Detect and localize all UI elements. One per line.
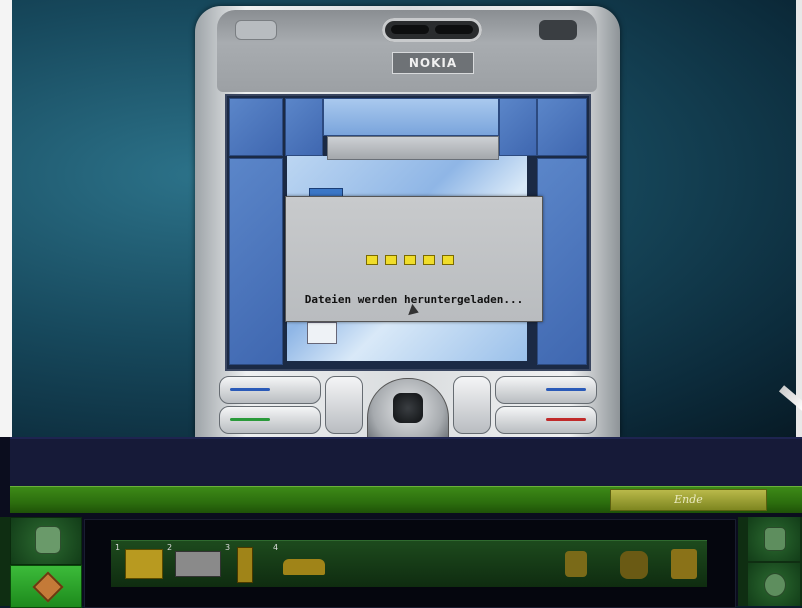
left-softkey[interactable]: [219, 376, 321, 404]
badge-icon: [565, 551, 587, 577]
inventory-bar: 1 2 3 4: [84, 519, 736, 608]
progress-dot: [385, 255, 397, 265]
disc-button[interactable]: [748, 563, 800, 606]
map-button[interactable]: [10, 565, 82, 608]
brand-logo: NOKIA: [392, 52, 474, 74]
inventory-bag-button[interactable]: [10, 517, 82, 565]
bag-icon: [35, 526, 61, 554]
screen-tile: [229, 158, 283, 365]
phone-top-panel: NOKIA: [217, 10, 597, 92]
disc-icon: [764, 573, 786, 597]
ticket-icon: [125, 549, 163, 579]
compass-icon: [32, 571, 64, 603]
progress-dot: [366, 255, 378, 265]
action-bar: Ende: [10, 486, 802, 513]
screen-topbar: [327, 136, 499, 160]
film-strip-icon: [175, 551, 221, 577]
progress-dot: [442, 255, 454, 265]
screen-tile: [537, 158, 587, 365]
screen-tile: [285, 98, 323, 156]
dialog-text-area: [10, 437, 802, 488]
earpiece-speaker: [382, 18, 482, 42]
bag-icon: [764, 527, 786, 551]
end-button[interactable]: Ende: [610, 489, 767, 511]
paper-bag-icon: [671, 549, 697, 579]
inventory-slot[interactable]: 3: [225, 543, 261, 583]
call-key[interactable]: [219, 406, 321, 434]
footprints-icon: [620, 551, 648, 579]
inventory-slot[interactable]: 2: [167, 543, 221, 583]
car-icon: [283, 559, 325, 575]
download-dialog: Dateien werden heruntergeladen...: [285, 196, 543, 322]
navigation-joystick[interactable]: [367, 378, 449, 437]
bottom-panel: Ende 1 2 3 4: [0, 437, 802, 608]
nokia-phone: NOKIA Dateien werden heruntergeladen...: [195, 6, 620, 437]
options-button[interactable]: [748, 517, 800, 561]
screen-tile: [499, 98, 537, 156]
screen-tile: [537, 98, 587, 156]
screen-tile: [229, 98, 283, 156]
menu-key[interactable]: [325, 376, 363, 434]
right-softkey[interactable]: [495, 376, 597, 404]
left-edge: [0, 0, 12, 437]
right-top-button: [539, 20, 577, 40]
inventory-slot[interactable]: [667, 545, 701, 583]
inventory-slot[interactable]: 4: [273, 543, 329, 583]
bottle-icon: [237, 547, 253, 583]
end-call-key[interactable]: [495, 406, 597, 434]
left-top-button: [235, 20, 277, 40]
progress-dot: [404, 255, 416, 265]
messages-key[interactable]: [453, 376, 491, 434]
inventory-slot[interactable]: 1: [115, 543, 165, 583]
screen-header: [323, 98, 499, 136]
right-edge: [796, 0, 802, 437]
inventory-slot[interactable]: [616, 545, 652, 583]
game-scene: NOKIA Dateien werden heruntergeladen...: [0, 0, 802, 437]
progress-dot: [423, 255, 435, 265]
inventory-strip: 1 2 3 4: [111, 540, 707, 587]
left-controls: [0, 517, 82, 608]
inventory-slot[interactable]: [561, 545, 591, 583]
right-controls: [738, 517, 802, 606]
joystick-center[interactable]: [393, 393, 423, 423]
phone-screen: Dateien werden heruntergeladen...: [225, 94, 591, 371]
phone-keypad: [217, 372, 597, 437]
envelope-icon: [307, 322, 337, 344]
